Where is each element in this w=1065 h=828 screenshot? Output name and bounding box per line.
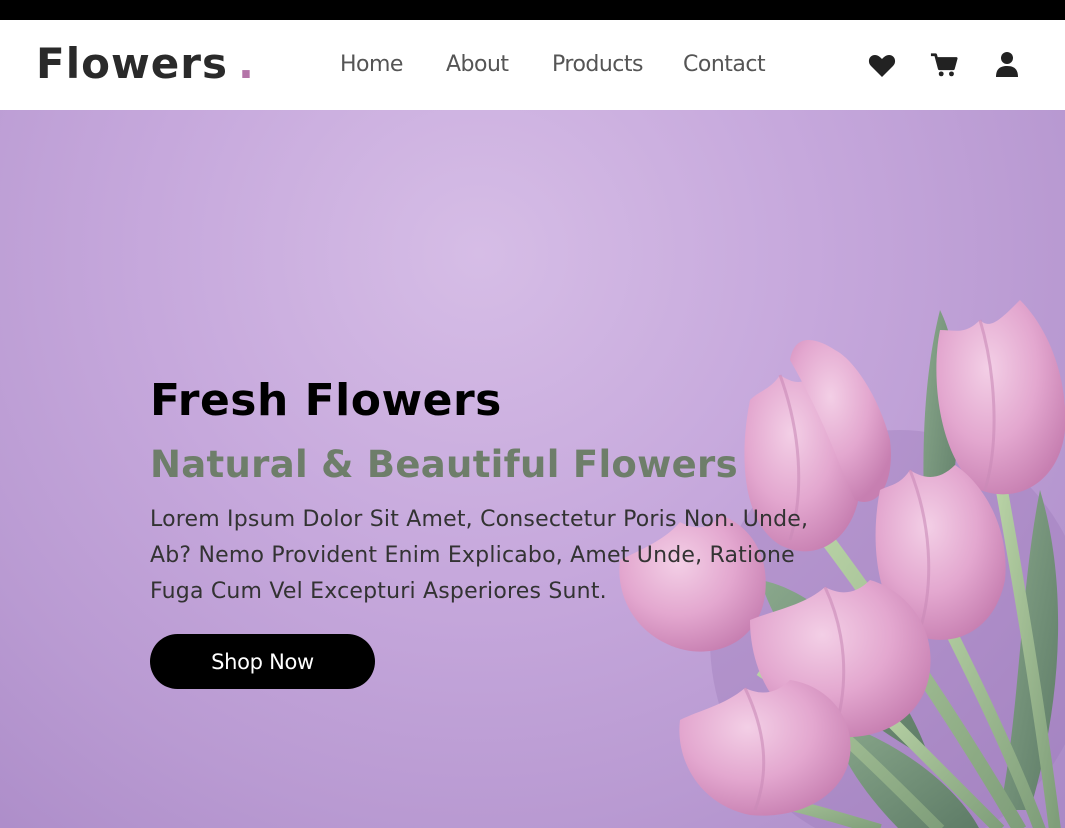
top-black-bar	[0, 0, 1065, 20]
nav-link-products[interactable]: Products	[552, 49, 644, 81]
hero-title: Fresh Flowers	[150, 375, 502, 426]
brand-logo[interactable]: Flowers.	[36, 39, 255, 89]
hero-section: Fresh Flowers Natural & Beautiful Flower…	[0, 110, 1065, 828]
cart-icon[interactable]	[930, 51, 958, 79]
brand-name: Flowers	[36, 39, 228, 88]
heart-icon[interactable]	[868, 52, 896, 80]
nav-link-about[interactable]: About	[446, 49, 509, 81]
shop-now-button[interactable]: Shop Now	[150, 634, 375, 689]
user-icon[interactable]	[993, 51, 1021, 79]
hero-description: Lorem Ipsum Dolor Sit Amet, Consectetur …	[150, 507, 809, 604]
site-header: Flowers. Home About Products Contact	[0, 20, 1065, 110]
brand-dot: .	[237, 39, 255, 88]
nav-link-home[interactable]: Home	[340, 49, 403, 81]
nav-link-contact[interactable]: Contact	[683, 49, 766, 81]
